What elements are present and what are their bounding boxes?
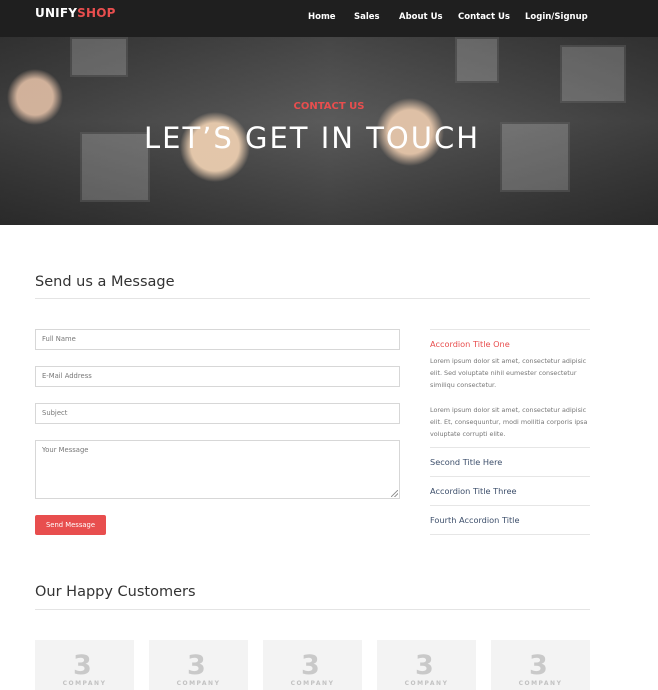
hero-bg-window (70, 37, 128, 77)
customer-logo-label: COMPANY (518, 680, 563, 687)
company-logo-icon: 3 (415, 650, 434, 681)
accordion-paragraph-2: Lorem ipsum dolor sit amet, consectetur … (430, 406, 588, 438)
nav-item-sales[interactable]: Sales (354, 12, 380, 22)
accordion-divider (430, 447, 590, 448)
hero-bg-window (560, 45, 626, 103)
hero-banner: CONTACT US LET’S GET IN TOUCH (0, 37, 658, 225)
nav-item-contact-us[interactable]: Contact Us (458, 12, 510, 22)
hero-subtitle: CONTACT US (293, 101, 365, 112)
section-divider (35, 298, 590, 299)
hero-title: LET’S GET IN TOUCH (143, 121, 481, 155)
full-name-field[interactable]: Full Name (35, 329, 400, 350)
send-message-heading: Send us a Message (35, 274, 175, 290)
accordion-divider (430, 505, 590, 506)
message-textarea[interactable]: Your Message (35, 440, 400, 499)
accordion-divider (430, 476, 590, 477)
email-placeholder: E-Mail Address (42, 372, 92, 380)
accordion-title-three[interactable]: Accordion Title Three (430, 486, 517, 496)
subject-field[interactable]: Subject (35, 403, 400, 424)
happy-customers-heading: Our Happy Customers (35, 584, 196, 600)
resize-handle-icon[interactable] (391, 490, 398, 497)
accordion-title-two[interactable]: Second Title Here (430, 457, 502, 467)
accordion-title-one[interactable]: Accordion Title One (430, 339, 510, 349)
customer-logo-label: COMPANY (62, 680, 107, 687)
company-logo-icon: 3 (73, 650, 92, 681)
section-divider (35, 609, 590, 610)
hero-bg-window (455, 37, 499, 83)
subject-placeholder: Subject (42, 409, 68, 417)
full-name-placeholder: Full Name (42, 335, 76, 343)
top-navbar: UNIFYSHOP Home Sales About Us Contact Us… (0, 0, 658, 37)
accordion-title-four[interactable]: Fourth Accordion Title (430, 515, 520, 525)
accordion-divider (430, 534, 590, 535)
company-logo-icon: 3 (301, 650, 320, 681)
company-logo-icon: 3 (529, 650, 548, 681)
customer-logo-label: COMPANY (176, 680, 221, 687)
email-field[interactable]: E-Mail Address (35, 366, 400, 387)
customer-logo: 3 COMPANY (263, 640, 362, 690)
company-logo-icon: 3 (187, 650, 206, 681)
nav-item-about-us[interactable]: About Us (399, 12, 443, 22)
accordion-paragraph-1: Lorem ipsum dolor sit amet, consectetur … (430, 357, 587, 389)
accordion-divider (430, 329, 590, 330)
message-placeholder: Your Message (42, 446, 89, 454)
customer-logo: 3 COMPANY (491, 640, 590, 690)
customer-logo: 3 COMPANY (377, 640, 476, 690)
customer-logo-label: COMPANY (404, 680, 449, 687)
nav-item-login-signup[interactable]: Login/Signup (525, 12, 588, 22)
send-message-button[interactable]: Send Message (35, 515, 106, 535)
customer-logo-label: COMPANY (290, 680, 335, 687)
customer-logo: 3 COMPANY (149, 640, 248, 690)
customer-logo: 3 COMPANY (35, 640, 134, 690)
nav-item-home[interactable]: Home (308, 12, 336, 22)
main-nav: Home Sales About Us Contact Us Login/Sig… (0, 12, 658, 26)
